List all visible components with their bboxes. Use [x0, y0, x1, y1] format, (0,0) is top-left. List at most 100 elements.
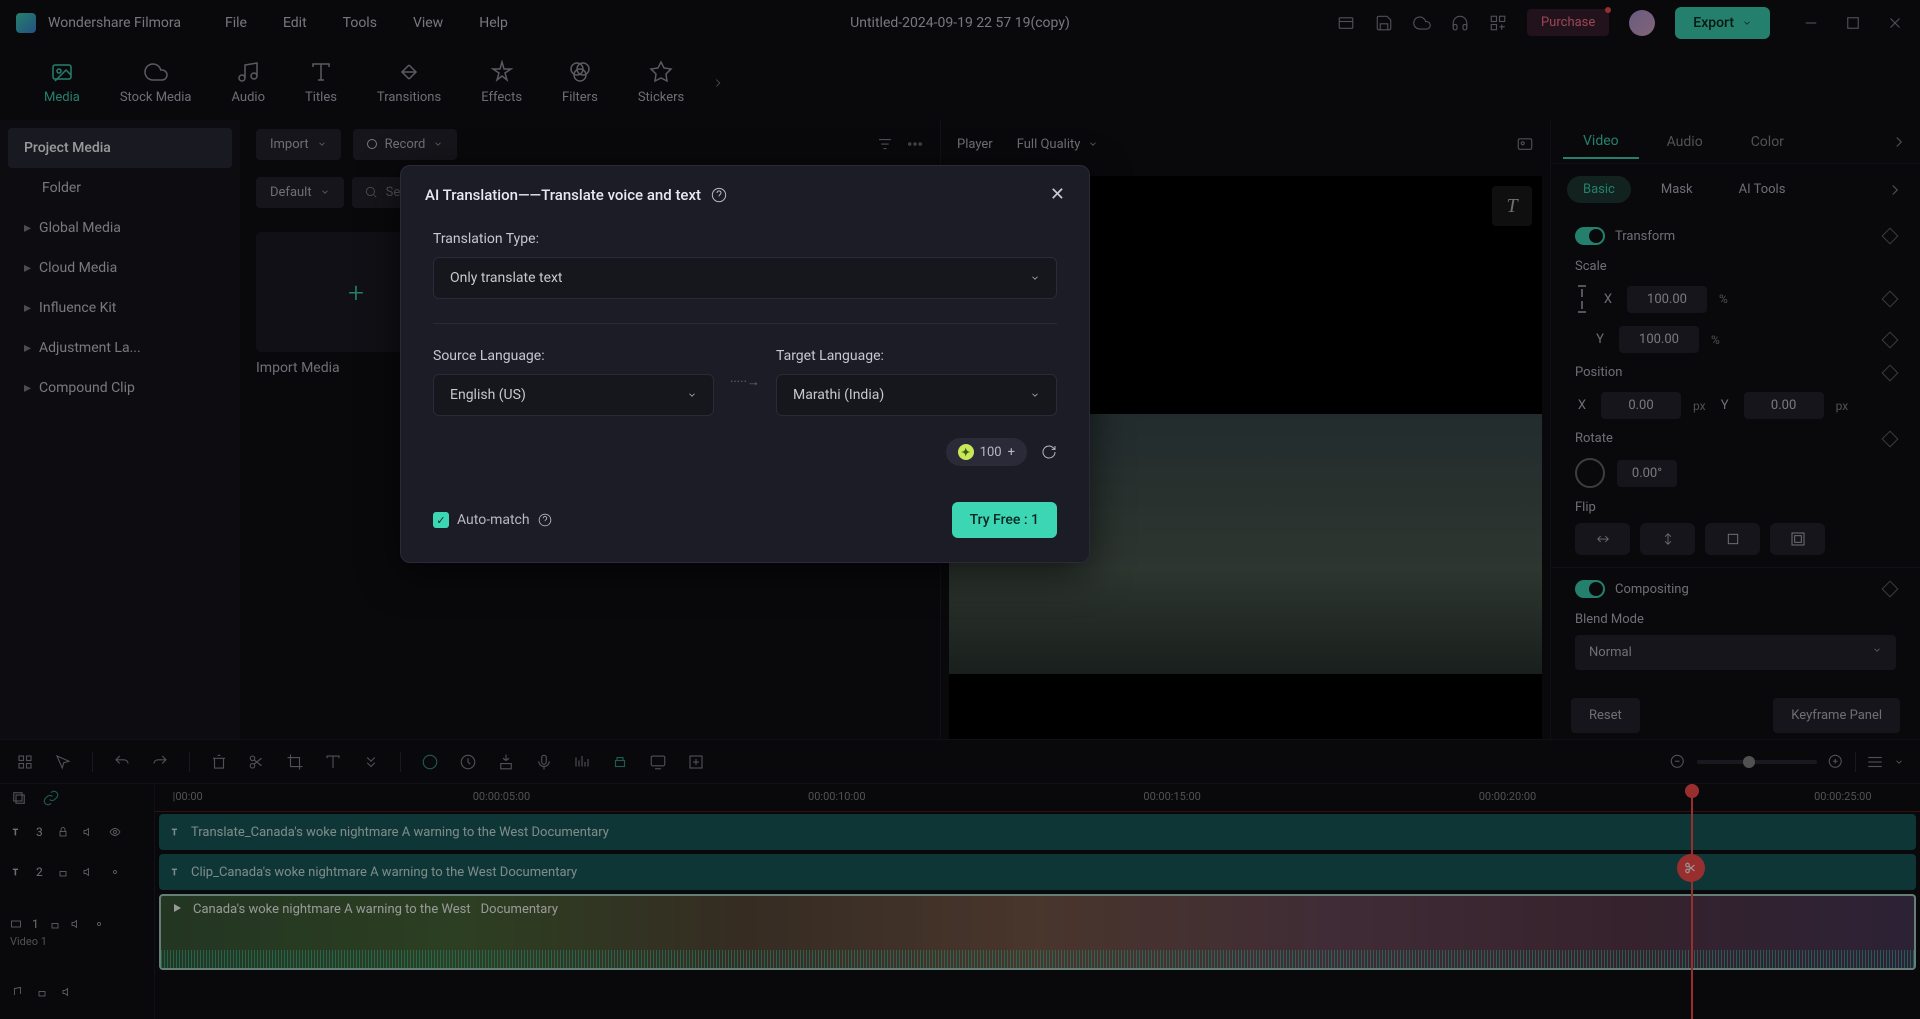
minimize-icon[interactable]: [1802, 14, 1820, 32]
delete-icon[interactable]: [210, 753, 228, 771]
timeline-clip-video[interactable]: Canada's woke nightmare A warning to the…: [159, 894, 1916, 970]
more-icon[interactable]: [906, 135, 924, 153]
ribbon-next[interactable]: [704, 69, 732, 97]
keyframe-diamond-icon[interactable]: [1882, 581, 1899, 598]
ai-badge-icon[interactable]: [421, 753, 439, 771]
audio-adjust-icon[interactable]: [573, 753, 591, 771]
export-frame-icon[interactable]: [687, 753, 705, 771]
ribbon-media[interactable]: Media: [24, 60, 100, 105]
timeline-clip-t3[interactable]: TTranslate_Canada's woke nightmare A war…: [159, 814, 1916, 850]
cut-marker[interactable]: [1677, 854, 1705, 882]
mute-icon[interactable]: [71, 918, 83, 930]
ribbon-titles[interactable]: Titles: [285, 60, 357, 105]
filter-icon[interactable]: [876, 135, 894, 153]
subtab-ai[interactable]: AI Tools: [1723, 176, 1802, 203]
cloud-icon[interactable]: [1413, 14, 1431, 32]
lock-icon[interactable]: [57, 866, 69, 878]
blend-select[interactable]: Normal: [1575, 635, 1896, 670]
export-button[interactable]: Export: [1675, 7, 1770, 39]
rotate-input[interactable]: 0.00°: [1617, 460, 1677, 487]
reset-button[interactable]: Reset: [1571, 698, 1640, 733]
headphones-icon[interactable]: [1451, 14, 1469, 32]
menu-help[interactable]: Help: [479, 15, 508, 31]
sidebar-cloud-media[interactable]: ▸Cloud Media: [8, 248, 232, 288]
menu-view[interactable]: View: [413, 15, 443, 31]
ribbon-stock[interactable]: Stock Media: [100, 60, 212, 105]
flip-h-button[interactable]: [1575, 523, 1630, 555]
menu-tools[interactable]: Tools: [343, 15, 377, 31]
quality-select[interactable]: Full Quality: [1017, 137, 1099, 152]
speed-icon[interactable]: [459, 753, 477, 771]
chevron-right-icon[interactable]: [1890, 133, 1908, 151]
eye-icon[interactable]: [109, 826, 121, 838]
layout-icon[interactable]: [1337, 14, 1355, 32]
undo-icon[interactable]: [113, 753, 131, 771]
select-tool-icon[interactable]: [16, 753, 34, 771]
keyframe-diamond-icon[interactable]: [1882, 430, 1899, 447]
ruler[interactable]: |00:00 00:00:05:00 00:00:10:00 00:00:15:…: [155, 784, 1920, 812]
sidebar-adjustment[interactable]: ▸Adjustment La...: [8, 328, 232, 368]
lock-icon[interactable]: [36, 986, 48, 998]
help-icon[interactable]: [538, 513, 552, 527]
sidebar-compound[interactable]: ▸Compound Clip: [8, 368, 232, 408]
close-icon[interactable]: [1886, 14, 1904, 32]
compositing-toggle[interactable]: [1575, 580, 1605, 598]
zoom-out-icon[interactable]: [1669, 753, 1687, 771]
transform-toggle[interactable]: [1575, 227, 1605, 245]
translation-type-select[interactable]: Only translate text: [433, 257, 1057, 299]
sidebar-influence-kit[interactable]: ▸Influence Kit: [8, 288, 232, 328]
keyframe-diamond-icon[interactable]: [1882, 364, 1899, 381]
copy-tracks-icon[interactable]: [10, 789, 28, 807]
ribbon-stickers[interactable]: Stickers: [618, 60, 704, 105]
keyframe-diamond-icon[interactable]: [1882, 331, 1899, 348]
timeline-clip-t2[interactable]: TClip_Canada's woke nightmare A warning …: [159, 854, 1916, 890]
refresh-icon[interactable]: [1041, 444, 1057, 460]
voice-icon[interactable]: [535, 753, 553, 771]
sidebar-project-media[interactable]: Project Media: [8, 128, 232, 168]
keyframe-panel-button[interactable]: Keyframe Panel: [1773, 698, 1900, 733]
tab-video[interactable]: Video: [1563, 125, 1639, 159]
redo-icon[interactable]: [151, 753, 169, 771]
track-view-icon[interactable]: [1866, 753, 1884, 771]
lock-icon[interactable]: [49, 918, 61, 930]
ribbon-effects[interactable]: Effects: [461, 60, 542, 105]
fill-button[interactable]: [1770, 523, 1825, 555]
user-avatar[interactable]: [1629, 10, 1655, 36]
text-tool-icon[interactable]: [324, 753, 342, 771]
ribbon-transitions[interactable]: Transitions: [357, 60, 461, 105]
scale-x-input[interactable]: 100.00: [1627, 286, 1707, 313]
apps-icon[interactable]: [1489, 14, 1507, 32]
target-lang-select[interactable]: Marathi (India): [776, 374, 1057, 416]
link-icon[interactable]: [42, 789, 60, 807]
chevron-right-icon[interactable]: [1886, 181, 1904, 199]
source-lang-select[interactable]: English (US): [433, 374, 714, 416]
chevron-down-icon[interactable]: [1894, 757, 1904, 767]
subtab-basic[interactable]: Basic: [1567, 176, 1631, 203]
eye-icon[interactable]: [109, 866, 121, 878]
sidebar-global-media[interactable]: ▸Global Media: [8, 208, 232, 248]
rotate-wheel[interactable]: [1575, 458, 1605, 488]
fit-button[interactable]: [1705, 523, 1760, 555]
tab-color[interactable]: Color: [1731, 126, 1804, 158]
ribbon-filters[interactable]: Filters: [542, 60, 618, 105]
flip-v-button[interactable]: [1640, 523, 1695, 555]
crop-icon[interactable]: [286, 753, 304, 771]
cursor-icon[interactable]: [54, 753, 72, 771]
zoom-in-icon[interactable]: [1827, 753, 1845, 771]
menu-edit[interactable]: Edit: [283, 15, 307, 31]
lock-link-icon[interactable]: [1575, 284, 1589, 314]
keyframe-tool-icon[interactable]: [611, 753, 629, 771]
help-icon[interactable]: [711, 187, 727, 203]
playhead[interactable]: [1691, 784, 1693, 1019]
sort-default[interactable]: Default: [256, 177, 344, 208]
save-icon[interactable]: [1375, 14, 1393, 32]
purchase-button[interactable]: Purchase: [1527, 9, 1609, 36]
zoom-slider[interactable]: [1697, 760, 1817, 764]
ribbon-audio[interactable]: Audio: [212, 60, 285, 105]
split-icon[interactable]: [248, 753, 266, 771]
import-button[interactable]: Import: [256, 129, 341, 160]
record-screen-icon[interactable]: [649, 753, 667, 771]
pos-y-input[interactable]: 0.00: [1744, 392, 1824, 419]
timeline-tracks[interactable]: |00:00 00:00:05:00 00:00:10:00 00:00:15:…: [155, 784, 1920, 1019]
keyframe-diamond-icon[interactable]: [1882, 291, 1899, 308]
